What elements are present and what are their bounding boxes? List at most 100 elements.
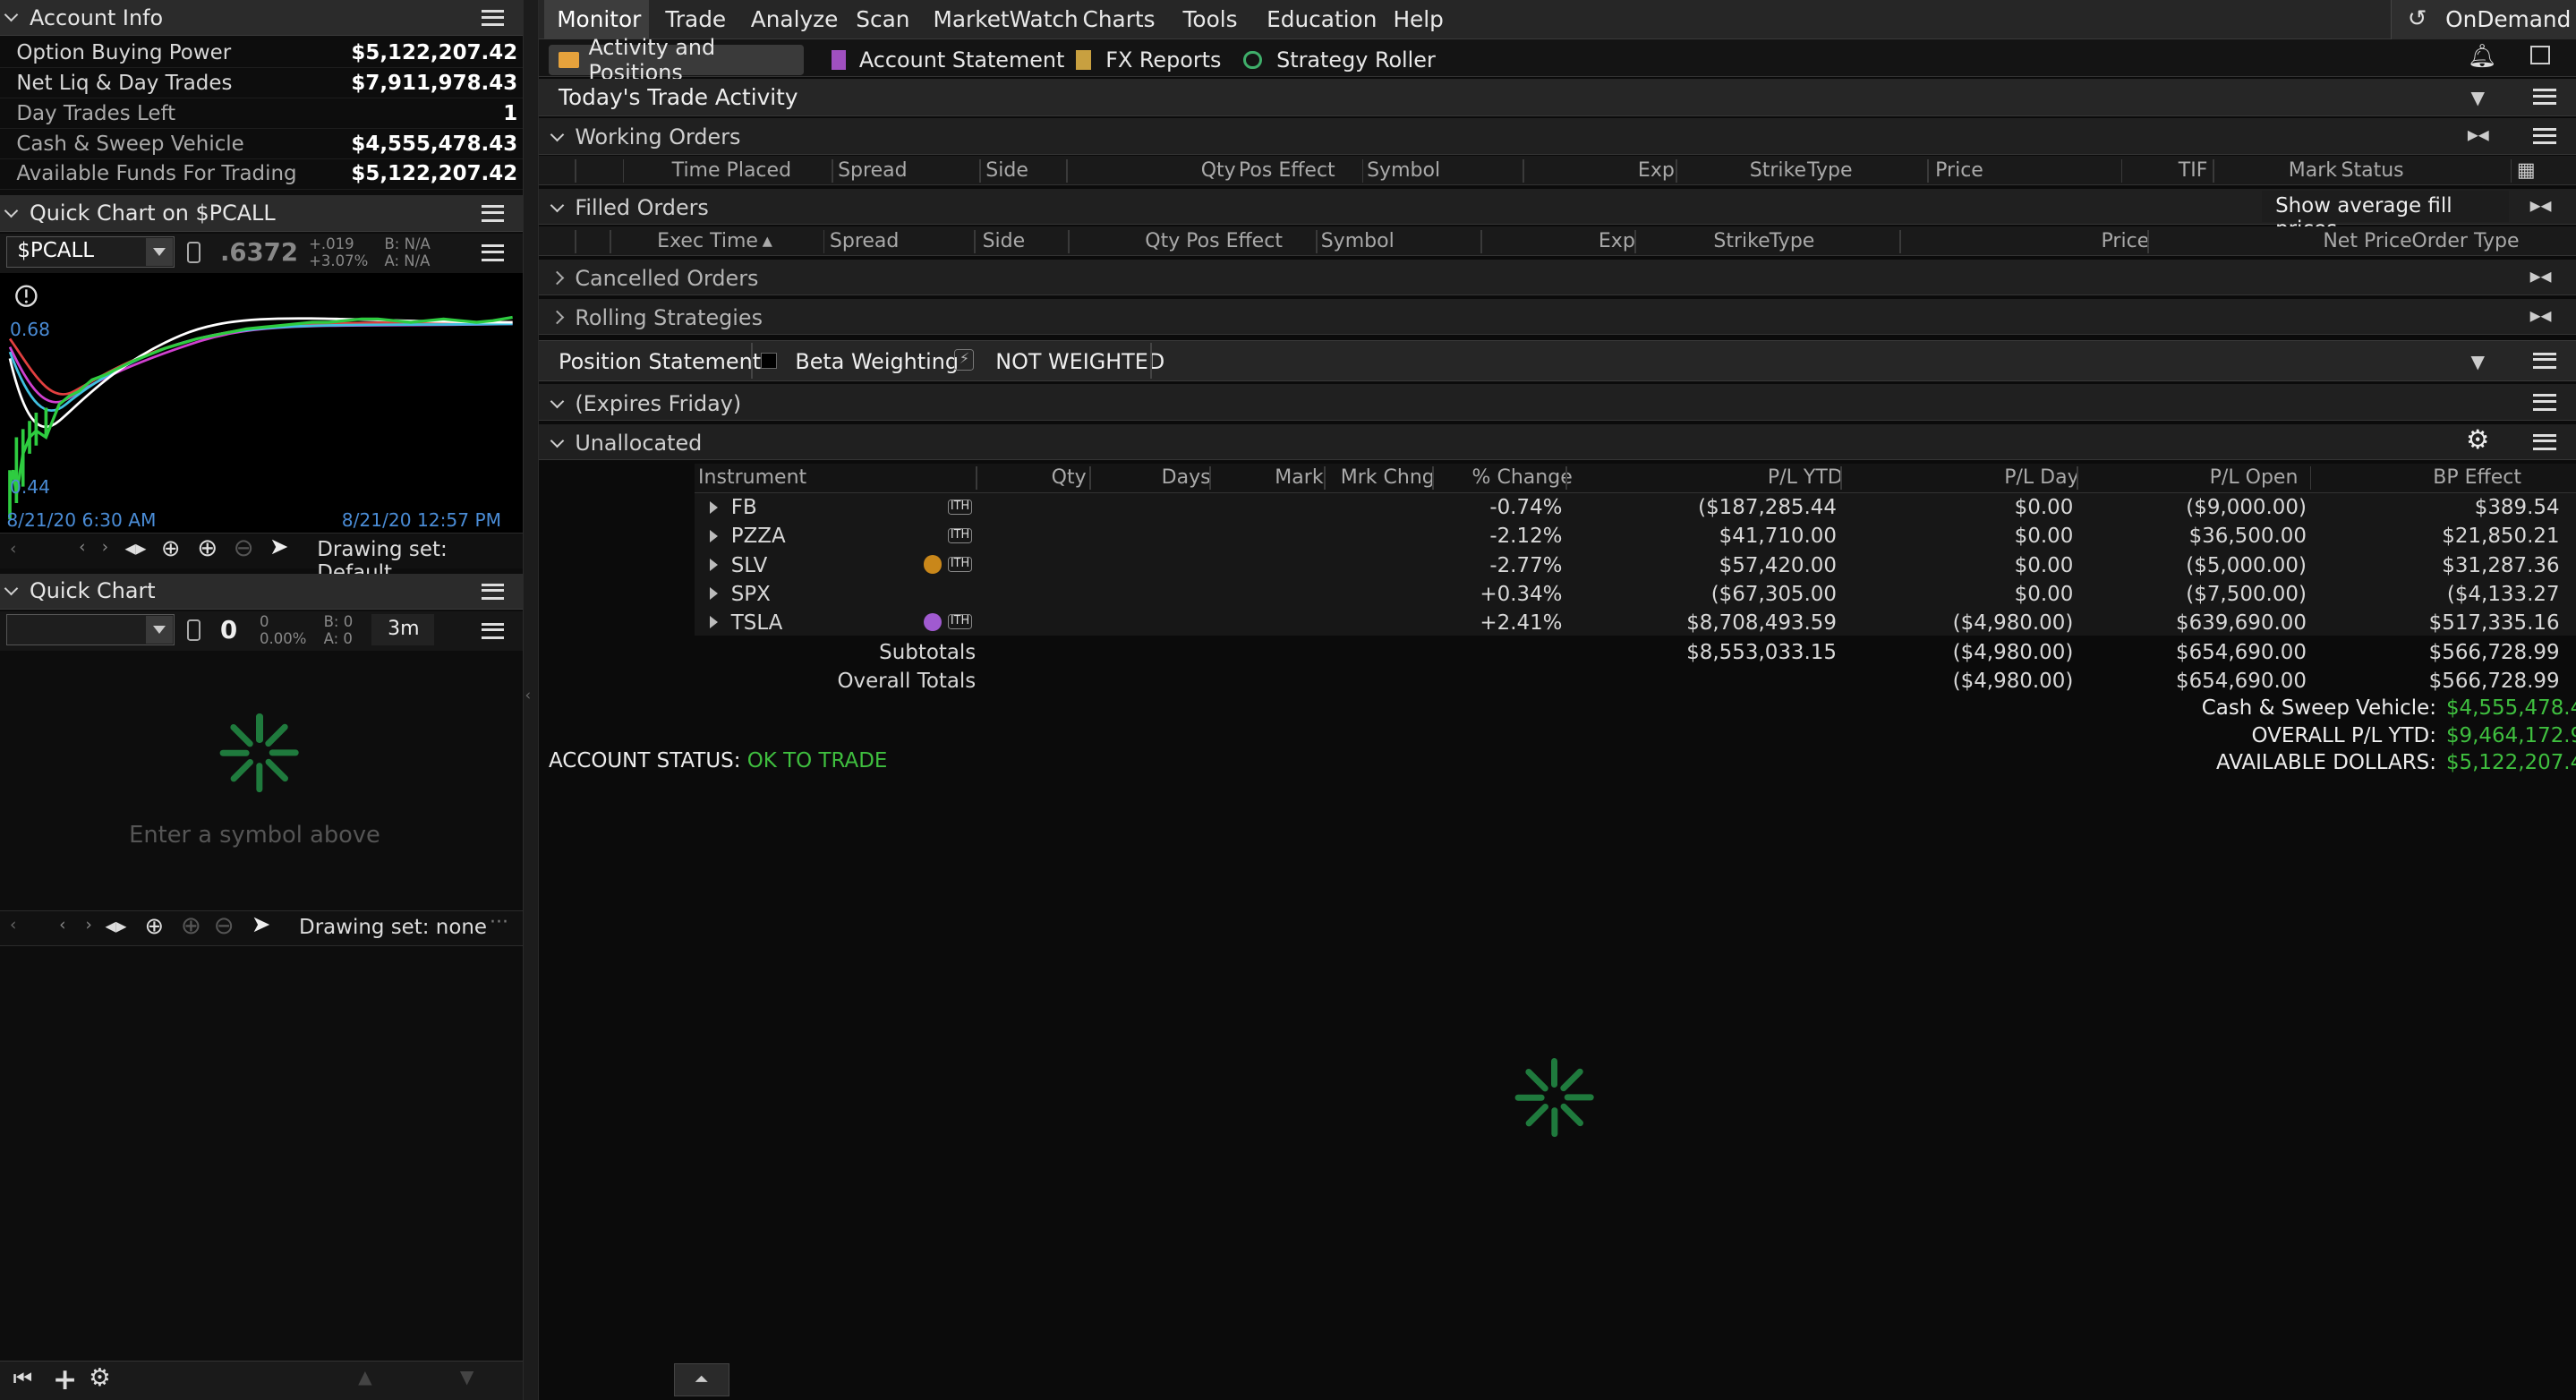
column-header[interactable]: Exp (1599, 230, 1635, 252)
quick-chart-header[interactable]: Quick Chart on $PCALL (0, 195, 523, 232)
expand-columns-icon[interactable]: ▸◂ (2530, 263, 2552, 288)
column-header[interactable]: Time Placed (672, 159, 791, 182)
expand-row-icon[interactable] (709, 559, 718, 572)
expand-row-icon[interactable] (709, 500, 718, 514)
column-header[interactable]: Mrk Chng (1341, 466, 1435, 489)
expand-columns-icon[interactable]: ▸◂ (2530, 303, 2552, 328)
filled-orders-toggle[interactable]: Filled Orders (545, 195, 709, 220)
tab-account-statement[interactable]: Account Statement (831, 45, 1064, 76)
menu-marketwatch[interactable]: MarketWatch (934, 6, 1079, 32)
collapse-all-icon[interactable]: ▼ (2471, 351, 2486, 372)
cursor-icon[interactable]: ➤ (269, 534, 289, 560)
chart-menu-icon[interactable] (481, 244, 505, 261)
column-header[interactable]: Exp (1638, 159, 1675, 182)
scroll-up-icon[interactable]: ▲ (358, 1366, 372, 1387)
account-info-header[interactable]: Account Info (0, 0, 523, 37)
bell-icon[interactable]: 🔔︎ (2468, 43, 2497, 70)
column-header[interactable]: Price (1935, 159, 1983, 182)
column-header[interactable]: P/L Open (2210, 466, 2299, 489)
link-icon[interactable] (187, 241, 200, 263)
chart-menu-icon[interactable] (481, 622, 505, 639)
detach-window-icon[interactable] (2529, 46, 2550, 64)
column-header[interactable]: Order Type (2411, 230, 2519, 252)
aggregation-selector[interactable]: 3m (371, 614, 434, 646)
collapse-chevron-icon[interactable] (4, 8, 19, 22)
beta-weighting-checkbox[interactable] (760, 352, 778, 370)
position-row[interactable]: SPX +0.34% ($67,305.00 $0.00 ($7,500.00)… (695, 579, 2576, 608)
tab-fx-reports[interactable]: FX Reports (1076, 45, 1221, 76)
zoom-in-icon[interactable]: ⊕ (197, 534, 218, 562)
trade-activity-header[interactable]: Today's Trade Activity ▼ (539, 79, 2576, 117)
column-header[interactable]: Mark (1275, 466, 1323, 489)
symbol-dropdown-button[interactable] (146, 238, 173, 267)
scroll-left-icon[interactable]: ‹ (10, 916, 16, 935)
zoom-in-icon[interactable]: ⊕ (181, 911, 201, 940)
position-row[interactable]: FB ITH -0.74% ($187,285.44 $0.00 ($9,000… (695, 493, 2576, 522)
column-header[interactable]: Strike (1750, 159, 1806, 182)
more-icon[interactable]: ··· (490, 911, 508, 934)
cancelled-orders-header[interactable]: Cancelled Orders ▸◂ (539, 260, 2576, 296)
column-header[interactable]: Spread (830, 230, 900, 252)
panel-splitter[interactable]: ‹ (522, 0, 540, 1400)
section-menu-icon[interactable] (2533, 89, 2556, 106)
collapse-left-icon[interactable]: ⏮ (13, 1366, 32, 1391)
crosshair-icon[interactable]: ⊕ (161, 535, 181, 562)
column-header[interactable]: Side (985, 159, 1028, 182)
filled-orders-header[interactable]: Filled Orders Show average fill prices ▸… (539, 189, 2576, 241)
menu-trade[interactable]: Trade (665, 6, 726, 32)
cancelled-orders-toggle[interactable]: Cancelled Orders (545, 266, 758, 291)
column-header[interactable]: TIF (2179, 159, 2208, 182)
column-header[interactable]: Pos Effect (1239, 159, 1335, 182)
column-header[interactable]: Mark (2289, 159, 2337, 182)
crosshair-icon[interactable]: ⊕ (145, 913, 165, 940)
menu-help[interactable]: Help (1393, 6, 1443, 32)
unallocated-toggle[interactable]: Unallocated (545, 431, 702, 456)
symbol-dropdown-button[interactable] (146, 616, 173, 645)
gear-icon[interactable]: ⚙ (2466, 424, 2489, 455)
working-orders-toggle[interactable]: Working Orders (545, 124, 740, 149)
column-header[interactable]: BP Effect (2433, 466, 2521, 489)
ondemand-button[interactable]: ↺ OnDemand (2390, 0, 2576, 40)
expand-row-icon[interactable] (709, 529, 718, 542)
column-header[interactable]: Qty (1145, 230, 1180, 252)
scroll-left-icon[interactable]: ‹ (10, 540, 16, 559)
menu-monitor[interactable]: Monitor (543, 0, 649, 40)
tab-strategy-roller[interactable]: Strategy Roller (1243, 45, 1436, 76)
menu-tools[interactable]: Tools (1183, 6, 1238, 32)
column-header[interactable]: Spread (838, 159, 908, 182)
price-chart[interactable]: 0.68 0.44 8/21/20 6:30 AM 8/21/20 12:57 … (0, 272, 523, 533)
section-menu-icon[interactable] (2533, 352, 2556, 370)
column-header[interactable]: Symbol (1367, 159, 1440, 182)
position-row[interactable]: TSLA ITH +2.41% $8,708,493.59 ($4,980.00… (695, 608, 2576, 636)
menu-charts[interactable]: Charts (1083, 6, 1156, 32)
working-orders-header[interactable]: Working Orders ▸◂ (539, 118, 2576, 155)
beta-weighting-value[interactable]: NOT WEIGHTED (995, 349, 1164, 374)
prev-icon[interactable]: ‹ (59, 916, 65, 935)
section-menu-icon[interactable] (2533, 433, 2556, 450)
menu-education[interactable]: Education (1267, 6, 1377, 32)
gear-icon[interactable]: ⚙ (89, 1363, 111, 1392)
column-header[interactable]: Days (1162, 466, 1211, 489)
collapse-all-icon[interactable]: ▼ (2471, 87, 2486, 108)
cursor-icon[interactable]: ➤ (252, 911, 271, 938)
column-header[interactable]: Exec Time (657, 230, 758, 252)
sort-ascending-icon[interactable]: ▲ (763, 234, 772, 249)
column-settings-icon[interactable]: ▦ (2517, 159, 2536, 182)
next-icon[interactable]: › (102, 538, 108, 557)
drawing-set-label[interactable]: Drawing set: none (299, 916, 487, 939)
quick-chart-2-header[interactable]: Quick Chart (0, 573, 523, 610)
next-icon[interactable]: › (85, 916, 91, 935)
collapse-panel-button[interactable]: ⏶ (673, 1363, 729, 1397)
column-header[interactable]: Price (2102, 230, 2150, 252)
column-header[interactable]: Net Price (2323, 230, 2411, 252)
column-header[interactable]: Side (983, 230, 1026, 252)
link-icon[interactable] (187, 619, 200, 641)
column-header[interactable]: Type (1770, 230, 1815, 252)
unallocated-header[interactable]: Unallocated ⚙ (539, 423, 2576, 460)
column-header[interactable]: % Change (1472, 466, 1573, 489)
expand-icon[interactable]: ◂▸ (105, 913, 126, 938)
lightning-icon[interactable]: ⚡ (954, 349, 975, 371)
column-header[interactable]: Qty (1052, 466, 1087, 489)
section-menu-icon[interactable] (2533, 394, 2556, 411)
rolling-strategies-header[interactable]: Rolling Strategies ▸◂ (539, 299, 2576, 336)
